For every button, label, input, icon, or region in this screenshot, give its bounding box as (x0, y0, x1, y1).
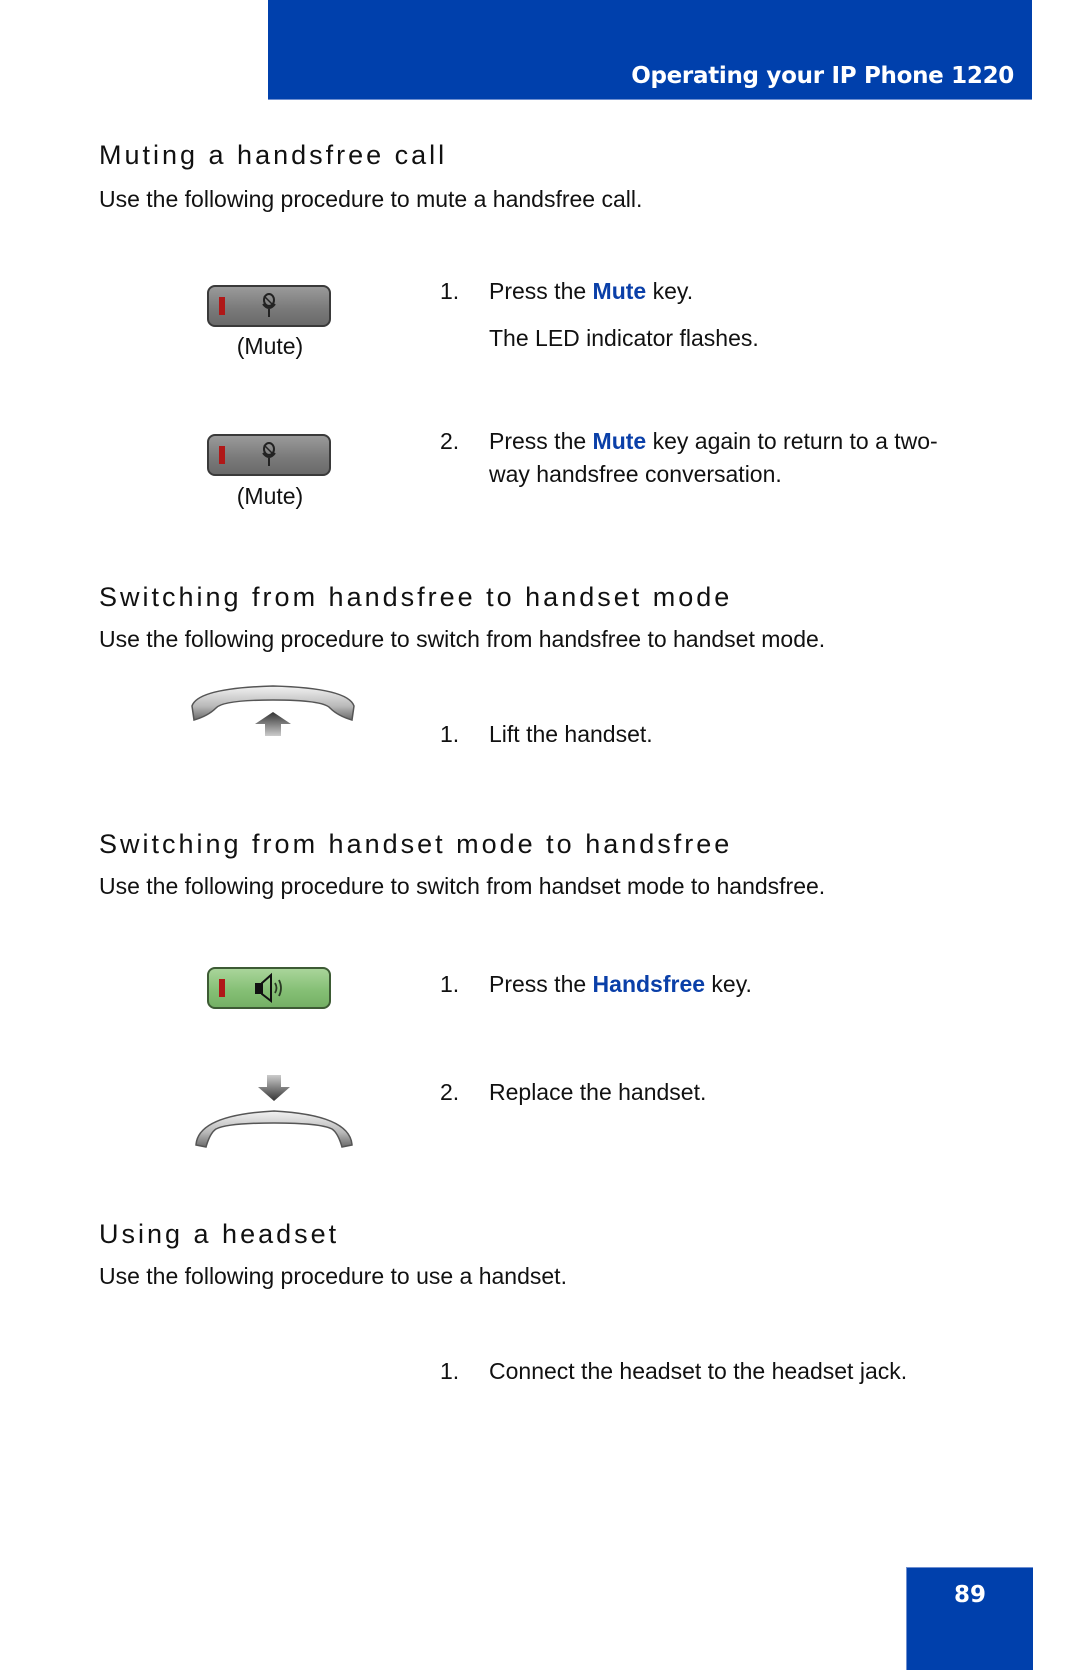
step-text: Press the (489, 278, 593, 304)
step-1: 1. Press the Mute key. (440, 275, 980, 308)
led-indicator-icon (219, 446, 225, 464)
step-text: key. (705, 971, 752, 997)
step-2: 2. Press the Mute key again to return to … (440, 425, 980, 491)
step-1: 1. Lift the handset. (440, 718, 980, 751)
page-number: 89 (953, 1582, 986, 1608)
section-heading-handsfree-to-handset: Switching from handsfree to handset mode (99, 582, 733, 612)
mute-key-caption: (Mute) (236, 333, 304, 359)
microphone-mute-icon (262, 293, 276, 317)
step-text: Press the (489, 971, 593, 997)
section-description-muting: Use the following procedure to mute a ha… (99, 186, 643, 212)
section-description-handset-to-handsfree: Use the following procedure to switch fr… (99, 873, 826, 899)
lift-handset-icon (191, 685, 355, 736)
step-text: Lift the handset. (489, 721, 653, 747)
key-name-mute: Mute (592, 428, 647, 454)
handsfree-key-icon (207, 967, 331, 1009)
replace-handset-icon (195, 1075, 353, 1148)
step-number: 1. (440, 721, 460, 747)
section-description-headset: Use the following procedure to use a han… (99, 1263, 567, 1289)
step-text: Press the (489, 428, 593, 454)
mute-key-caption: (Mute) (236, 483, 304, 509)
mute-key-icon (207, 434, 331, 476)
step-1: 1. Connect the headset to the headset jac… (440, 1355, 930, 1388)
speaker-icon (255, 972, 282, 1004)
step-number: 2. (440, 1079, 460, 1105)
key-name-mute: Mute (592, 278, 647, 304)
header-band: Operating your IP Phone 1220 (268, 0, 1032, 100)
microphone-mute-icon (262, 442, 276, 466)
step-2: 2. Replace the handset. (440, 1076, 980, 1109)
step-text: Replace the handset. (489, 1079, 707, 1105)
step-number: 1. (440, 971, 460, 997)
led-indicator-icon (219, 297, 225, 315)
step-1-note: The LED indicator flashes. (489, 325, 759, 351)
section-heading-muting: Muting a handsfree call (99, 140, 448, 170)
mute-key-icon (207, 285, 331, 327)
step-text: key. (646, 278, 694, 304)
step-number: 1. (440, 278, 460, 304)
led-indicator-icon (219, 979, 225, 997)
section-heading-headset: Using a headset (99, 1219, 340, 1249)
step-text: Connect the headset to the headset jack. (489, 1358, 908, 1384)
key-name-handsfree: Handsfree (592, 971, 706, 997)
step-number: 1. (440, 1358, 460, 1384)
step-1: 1. Press the Handsfree key. (440, 968, 980, 1001)
step-number: 2. (440, 428, 460, 454)
section-description-handsfree-to-handset: Use the following procedure to switch fr… (99, 626, 826, 652)
section-heading-handset-to-handsfree: Switching from handset mode to handsfree (99, 829, 733, 859)
page-number-box: 89 (906, 1567, 1033, 1670)
chapter-title: Operating your IP Phone 1220 (631, 63, 1014, 89)
